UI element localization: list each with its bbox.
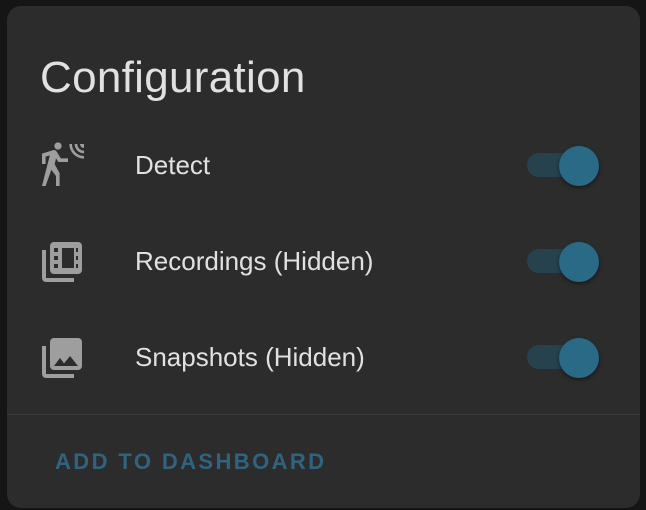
- card-title: Configuration: [40, 53, 306, 102]
- recordings-toggle[interactable]: [527, 242, 601, 282]
- motion-sensor-icon: [38, 142, 86, 190]
- entity-label: Snapshots (Hidden): [135, 342, 365, 372]
- snapshots-toggle[interactable]: [527, 338, 601, 378]
- add-to-dashboard-button[interactable]: ADD TO DASHBOARD: [43, 438, 338, 486]
- film-library-icon: [38, 238, 86, 286]
- card-divider: [7, 414, 640, 415]
- toggle-thumb[interactable]: [559, 338, 599, 378]
- detect-toggle[interactable]: [527, 146, 601, 186]
- configuration-card: Configuration Detect Recordings (Hidden): [7, 6, 640, 508]
- entity-label: Recordings (Hidden): [135, 246, 374, 276]
- entity-row-detect[interactable]: Detect: [7, 128, 640, 200]
- image-multiple-icon: [38, 334, 86, 382]
- entity-label: Detect: [135, 150, 211, 180]
- entity-row-snapshots[interactable]: Snapshots (Hidden): [7, 320, 640, 392]
- toggle-thumb[interactable]: [559, 242, 599, 282]
- entity-row-recordings[interactable]: Recordings (Hidden): [7, 224, 640, 296]
- toggle-thumb[interactable]: [559, 146, 599, 186]
